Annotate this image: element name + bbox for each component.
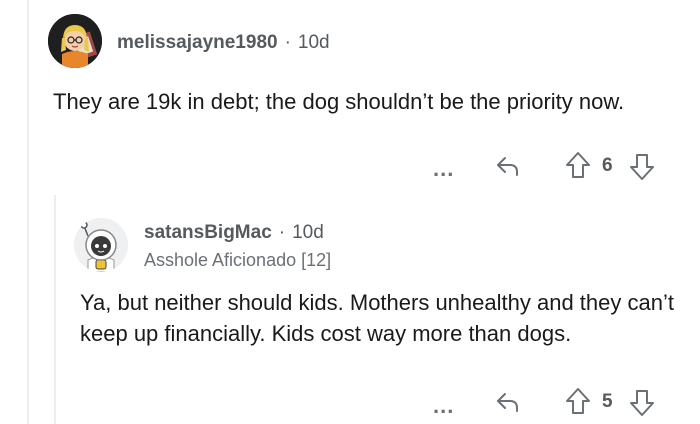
downvote-icon[interactable] [627, 388, 657, 418]
avatar[interactable] [74, 218, 128, 272]
upvote-icon[interactable] [563, 150, 593, 180]
more-options-button[interactable]: ... [433, 158, 454, 180]
meta-separator: · [278, 222, 286, 243]
comment-meta: melissajayne1980 · 10d [117, 32, 330, 54]
comment-text: Ya, but neither should kids. Mothers unh… [80, 290, 674, 346]
username[interactable]: satansBigMac [144, 222, 272, 243]
downvote-icon[interactable] [627, 152, 657, 182]
avatar[interactable] [48, 14, 102, 68]
vote-count: 6 [602, 155, 613, 176]
avatar-illustration-icon [48, 14, 102, 68]
comment-age: 10d [292, 222, 324, 243]
reply-icon[interactable] [494, 388, 522, 416]
reply-icon[interactable] [494, 152, 522, 180]
vote-count: 5 [602, 391, 613, 412]
comment-meta: satansBigMac · 10d [144, 222, 324, 244]
user-flair: Asshole Aficionado [12] [144, 250, 332, 270]
reply-thread-line [54, 195, 56, 424]
comment-age: 10d [297, 32, 330, 53]
thread-line [27, 0, 29, 424]
meta-separator: · [284, 32, 291, 53]
astronaut-avatar-icon [74, 218, 128, 272]
comment-text: They are 19k in debt; the dog shouldn’t … [53, 89, 625, 114]
more-options-button[interactable]: ... [433, 395, 454, 417]
username[interactable]: melissajayne1980 [117, 32, 278, 53]
upvote-icon[interactable] [563, 386, 593, 416]
